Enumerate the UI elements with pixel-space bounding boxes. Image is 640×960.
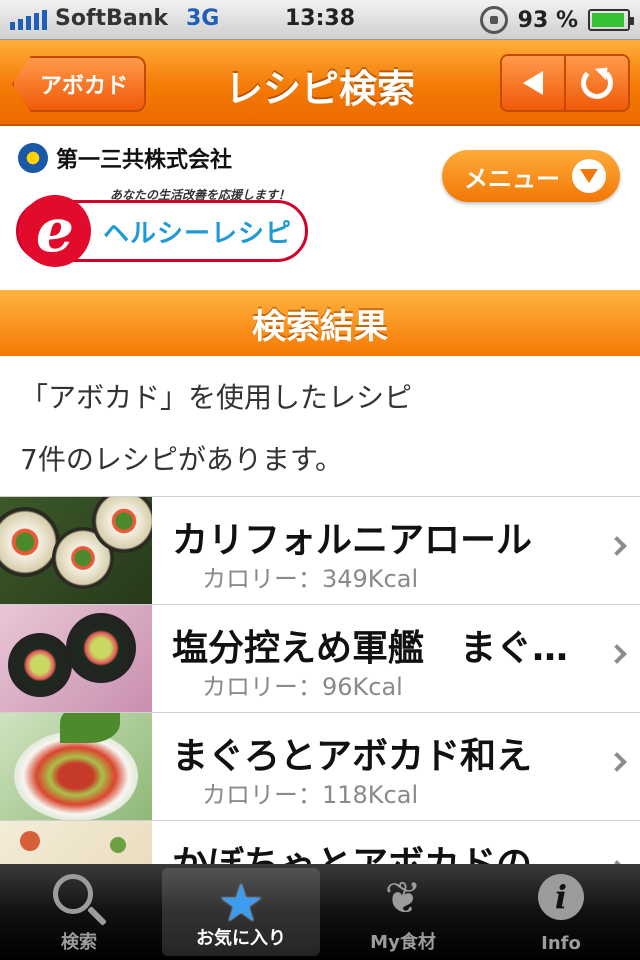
chevron-right-icon <box>607 644 627 664</box>
healthy-recipe-logo: e ヘルシーレシピ <box>16 195 308 267</box>
battery-percent: 93 % <box>517 7 578 33</box>
arrow-down-icon <box>572 159 606 193</box>
recipe-calories: カロリー：349Kcal <box>202 565 419 593</box>
battery-icon <box>588 9 634 31</box>
logo-text: ヘルシーレシピ <box>103 219 293 249</box>
search-query-text: 「アボカド」を使用したレシピ <box>20 381 413 414</box>
tab-search[interactable]: 検索 <box>0 864 158 960</box>
recipe-thumbnail <box>0 713 152 820</box>
e-logo-icon: e <box>19 195 91 267</box>
recipe-thumbnail <box>0 605 152 712</box>
result-count-text: 7件のレシピがあります。 <box>20 443 344 476</box>
menu-label: メニュー <box>464 164 560 193</box>
nav-segmented-control <box>500 54 630 112</box>
recipe-title: カリフォルニアロール <box>172 520 533 561</box>
chevron-right-icon <box>607 536 627 556</box>
tab-bar: 検索 ★ お気に入り ❦ My食材 i Info <box>0 864 640 960</box>
tab-label: お気に入り <box>196 928 286 949</box>
tab-info[interactable]: i Info <box>482 864 640 960</box>
recipe-calories: カロリー：118Kcal <box>202 781 419 809</box>
star-icon: ★ <box>217 874 265 934</box>
reload-button[interactable] <box>564 56 628 110</box>
recipe-thumbnail <box>0 821 152 864</box>
back-arrow-icon <box>523 71 543 95</box>
recipe-calories: カロリー：96Kcal <box>202 673 403 701</box>
tab-label: Info <box>541 933 581 954</box>
previous-button[interactable] <box>502 56 564 110</box>
info-icon: i <box>538 874 584 920</box>
brand-header: 第一三共株式会社 あなたの生活改善を応援します！ e ヘルシーレシピ メニュー <box>0 128 640 288</box>
recipe-row[interactable]: まぐろとアボカド和え カロリー：118Kcal <box>0 713 640 821</box>
tab-favorites[interactable]: ★ お気に入り <box>162 868 320 956</box>
menu-button[interactable]: メニュー <box>442 150 620 202</box>
tab-my-ingredients[interactable]: ❦ My食材 <box>324 864 482 960</box>
rotation-lock-icon <box>479 6 508 34</box>
recipe-title: まぐろとアボカド和え <box>172 736 533 777</box>
recipe-thumbnail <box>0 497 152 604</box>
company-name: 第一三共株式会社 <box>56 148 233 173</box>
recipe-title: 塩分控えめ軍艦 まぐ… <box>172 628 569 669</box>
tab-label: My食材 <box>370 932 436 953</box>
search-icon <box>53 874 93 914</box>
recipe-list: カリフォルニアロール カロリー：349Kcal 塩分控えめ軍艦 まぐ… カロリー… <box>0 496 640 864</box>
tab-label: 検索 <box>61 932 97 953</box>
recipe-row[interactable]: カリフォルニアロール カロリー：349Kcal <box>0 497 640 605</box>
company-logo-icon <box>18 143 48 173</box>
recipe-row[interactable]: 塩分控えめ軍艦 まぐ… カロリー：96Kcal <box>0 605 640 713</box>
results-section-header: 検索結果 <box>0 290 640 356</box>
status-bar: SoftBank 3G 13:38 93 % <box>0 0 640 40</box>
recipe-row[interactable]: かぼちゃとアボカドの… <box>0 821 640 864</box>
recipe-title: かぼちゃとアボカドの… <box>172 835 592 864</box>
reload-icon <box>581 67 613 99</box>
company-name-block: 第一三共株式会社 <box>18 142 232 174</box>
vegetable-icon: ❦ <box>384 873 422 924</box>
chevron-right-icon <box>607 752 627 772</box>
navigation-bar: アボカド レシピ検索 <box>0 40 640 126</box>
